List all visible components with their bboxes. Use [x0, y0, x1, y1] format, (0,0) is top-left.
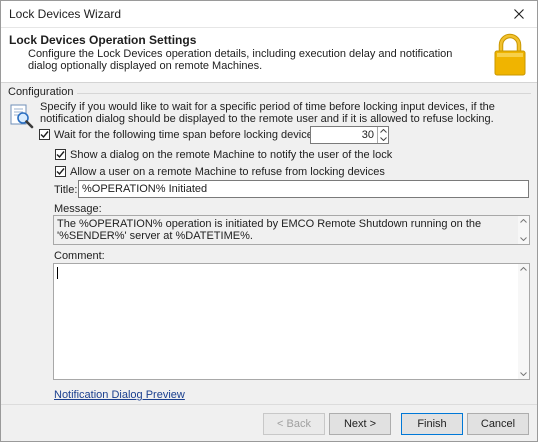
checkmark-icon [40, 131, 49, 139]
comment-field-label: Comment: [54, 250, 105, 262]
chevron-down-icon [520, 237, 527, 241]
wizard-header: Lock Devices Operation Settings Configur… [1, 27, 537, 83]
spin-down-button[interactable] [378, 135, 389, 143]
title-bar: Lock Devices Wizard [1, 1, 537, 27]
chevron-up-icon [380, 129, 387, 133]
wait-label: Wait for the following time span before … [54, 129, 349, 141]
allow-refuse-label: Allow a user on a remote Machine to refu… [70, 166, 385, 178]
message-scrollbar[interactable] [518, 216, 529, 244]
chevron-down-icon [520, 372, 527, 376]
text-caret [57, 267, 58, 279]
comment-scrollbar[interactable] [518, 264, 529, 379]
finish-button[interactable]: Finish [401, 413, 463, 435]
chevron-up-icon [520, 219, 527, 223]
notification-preview-link[interactable]: Notification Dialog Preview [54, 389, 185, 401]
wait-checkbox[interactable] [39, 129, 50, 140]
next-button[interactable]: Next > [329, 413, 391, 435]
spinner-buttons [377, 127, 388, 143]
configuration-description: Specify if you would like to wait for a … [40, 101, 495, 125]
checkmark-icon [56, 151, 65, 159]
configuration-panel: Configuration Specify if you would like … [1, 84, 537, 404]
show-dialog-checkbox[interactable] [55, 149, 66, 160]
page-description: Configure the Lock Devices operation det… [28, 48, 453, 72]
scroll-up-button[interactable] [518, 216, 529, 226]
title-field-label: Title: [54, 184, 78, 196]
close-button[interactable] [501, 1, 537, 27]
wizard-footer: < Back Next > Finish Cancel [1, 404, 537, 441]
comment-textarea[interactable] [53, 263, 530, 380]
wizard-window: Lock Devices Wizard Lock Devices Operati… [0, 0, 538, 442]
wait-seconds-value[interactable]: 30 [362, 129, 374, 141]
allow-refuse-checkbox[interactable] [55, 166, 66, 177]
wait-seconds-spinner[interactable]: 30 [310, 126, 389, 144]
message-value: The %OPERATION% operation is initiated b… [57, 218, 482, 242]
message-field-label: Message: [54, 203, 102, 215]
scroll-down-button[interactable] [518, 234, 529, 244]
spin-up-button[interactable] [378, 127, 389, 135]
page-title: Lock Devices Operation Settings [9, 33, 197, 47]
title-input[interactable]: %OPERATION% Initiated [78, 180, 529, 198]
padlock-icon [494, 33, 526, 76]
back-button[interactable]: < Back [263, 413, 325, 435]
scroll-down-button[interactable] [518, 369, 529, 379]
configuration-group-label: Configuration [8, 86, 78, 98]
group-divider [75, 93, 531, 94]
cancel-button[interactable]: Cancel [467, 413, 529, 435]
title-input-value: %OPERATION% Initiated [82, 183, 208, 195]
show-dialog-label: Show a dialog on the remote Machine to n… [70, 149, 393, 161]
checkmark-icon [56, 168, 65, 176]
scroll-up-button[interactable] [518, 264, 529, 274]
chevron-down-icon [380, 137, 387, 141]
message-textarea[interactable]: The %OPERATION% operation is initiated b… [53, 215, 530, 245]
close-icon [514, 9, 524, 19]
document-search-icon [10, 104, 34, 129]
chevron-up-icon [520, 267, 527, 271]
window-title: Lock Devices Wizard [9, 7, 122, 21]
footer-divider [1, 404, 537, 405]
